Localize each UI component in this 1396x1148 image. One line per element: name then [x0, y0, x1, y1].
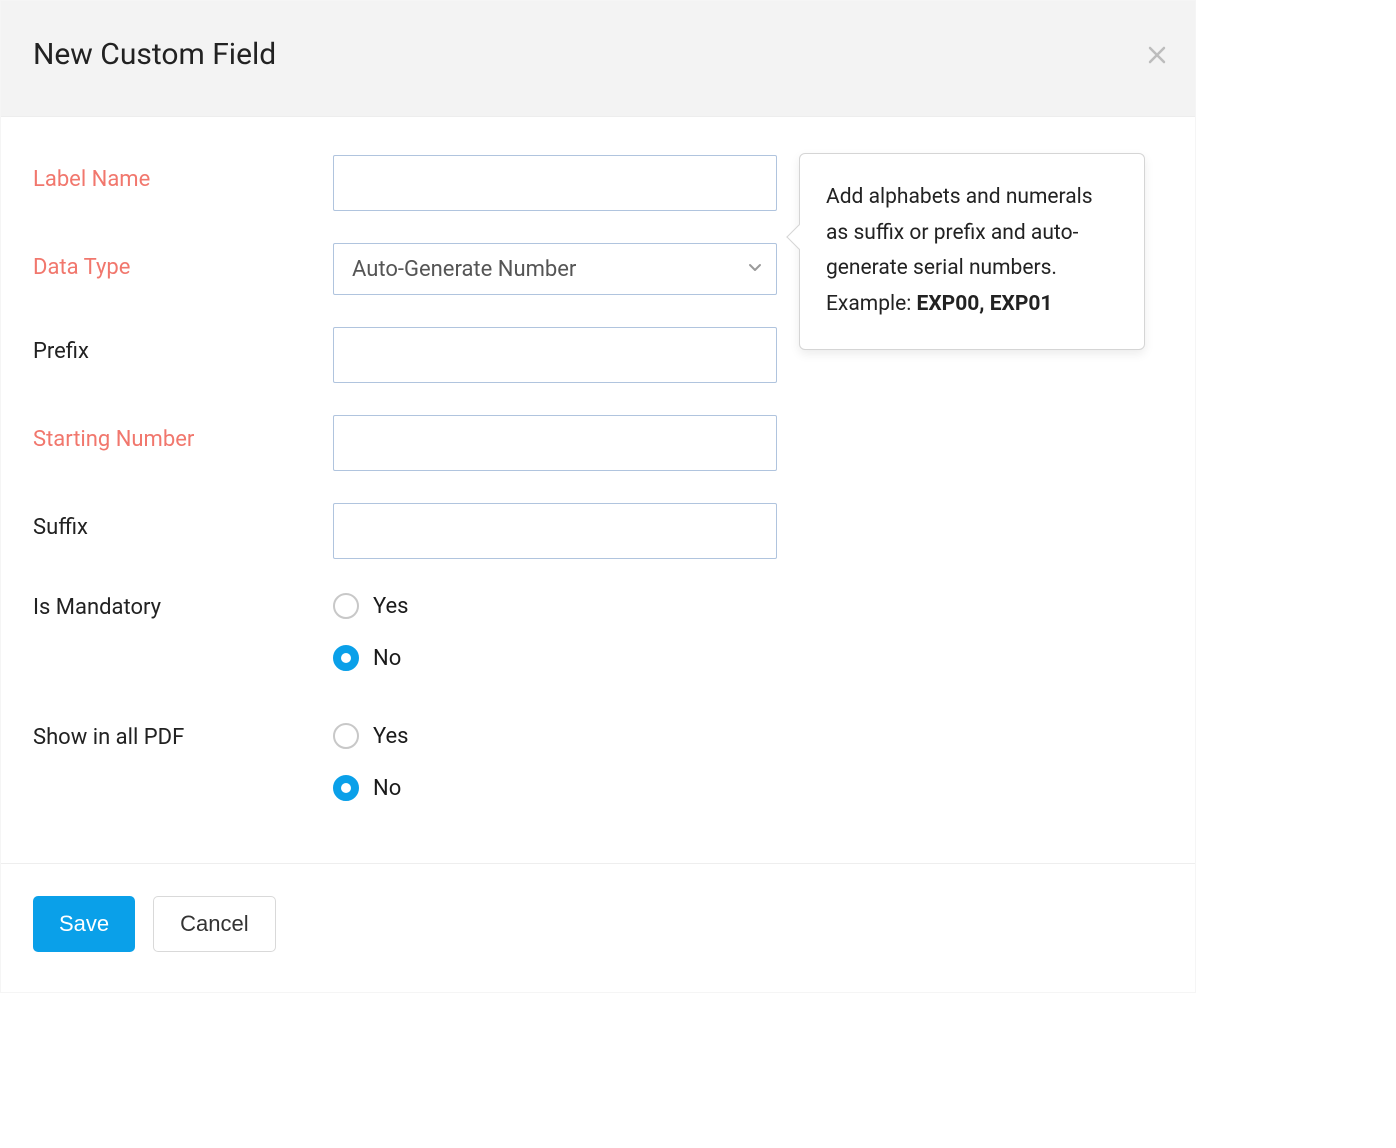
radio-label: No	[373, 646, 401, 671]
label-label-name: Label Name	[33, 155, 333, 192]
is-mandatory-no[interactable]: No	[333, 645, 777, 671]
starting-number-input[interactable]	[333, 415, 777, 471]
label-show-in-pdf: Show in all PDF	[33, 721, 333, 750]
label-data-type: Data Type	[33, 243, 333, 280]
show-in-pdf-no[interactable]: No	[333, 775, 777, 801]
radio-icon	[333, 645, 359, 671]
modal-header: New Custom Field	[1, 1, 1195, 117]
new-custom-field-modal: New Custom Field Label Name Data Type Au…	[0, 0, 1196, 993]
label-is-mandatory: Is Mandatory	[33, 591, 333, 620]
label-prefix: Prefix	[33, 327, 333, 364]
cancel-button[interactable]: Cancel	[153, 896, 275, 952]
modal-body: Label Name Data Type Auto-Generate Numbe…	[1, 117, 1195, 863]
radio-label: Yes	[373, 594, 409, 619]
suffix-input[interactable]	[333, 503, 777, 559]
label-starting-number: Starting Number	[33, 415, 333, 452]
modal-title: New Custom Field	[33, 37, 1163, 72]
row-show-in-pdf: Show in all PDF Yes No	[33, 721, 1163, 801]
data-type-select[interactable]: Auto-Generate Number	[333, 243, 777, 295]
modal-footer: Save Cancel	[1, 863, 1195, 992]
is-mandatory-yes[interactable]: Yes	[333, 593, 777, 619]
radio-label: No	[373, 776, 401, 801]
data-type-selected-value: Auto-Generate Number	[352, 257, 576, 282]
radio-icon	[333, 593, 359, 619]
radio-label: Yes	[373, 724, 409, 749]
row-is-mandatory: Is Mandatory Yes No	[33, 591, 1163, 671]
row-suffix: Suffix	[33, 503, 1163, 559]
close-icon[interactable]	[1147, 39, 1167, 72]
show-in-pdf-radio-group: Yes No	[333, 721, 777, 801]
radio-icon	[333, 775, 359, 801]
row-starting-number: Starting Number	[33, 415, 1163, 471]
prefix-input[interactable]	[333, 327, 777, 383]
save-button[interactable]: Save	[33, 896, 135, 952]
popover-example: EXP00, EXP01	[917, 292, 1053, 316]
is-mandatory-radio-group: Yes No	[333, 591, 777, 671]
label-suffix: Suffix	[33, 503, 333, 540]
show-in-pdf-yes[interactable]: Yes	[333, 723, 777, 749]
radio-icon	[333, 723, 359, 749]
label-name-input[interactable]	[333, 155, 777, 211]
data-type-help-popover: Add alphabets and numerals as suffix or …	[799, 153, 1145, 350]
